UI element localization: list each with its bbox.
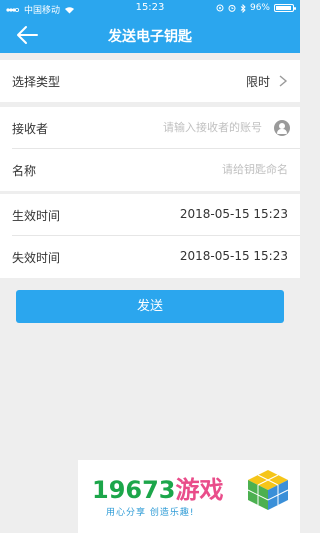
end-time-row[interactable]: 失效时间 2018-05-15 15:23	[0, 236, 300, 278]
status-right: 96%	[216, 3, 296, 13]
recipient-input[interactable]	[90, 115, 262, 139]
start-time-value: 2018-05-15 15:23	[179, 207, 288, 221]
start-time-row[interactable]: 生效时间 2018-05-15 15:23	[0, 194, 300, 236]
alarm-icon	[228, 4, 236, 12]
recipient-label: 接收者	[12, 122, 49, 136]
end-time-label: 失效时间	[12, 251, 61, 265]
status-bar: 中国移动 15:23 96%	[0, 0, 300, 16]
type-group: 选择类型 限时	[0, 60, 300, 102]
name-row: 名称	[0, 149, 300, 191]
contact-icon[interactable]	[274, 120, 290, 136]
bluetooth-icon	[240, 3, 246, 13]
name-label: 名称	[12, 164, 37, 178]
battery-icon	[274, 4, 296, 12]
time-group: 生效时间 2018-05-15 15:23 失效时间 2018-05-15 15…	[0, 194, 300, 278]
contact-icon-body	[277, 129, 287, 134]
location-icon	[216, 4, 224, 12]
send-button[interactable]: 发送	[16, 290, 284, 323]
page-title: 发送电子钥匙	[108, 29, 192, 45]
cube-logo-icon	[247, 470, 289, 510]
type-value: 限时	[245, 75, 270, 89]
recipient-group: 接收者 名称	[0, 107, 300, 191]
battery-percent: 96%	[249, 3, 270, 13]
end-time-value: 2018-05-15 15:23	[179, 249, 288, 263]
name-input[interactable]	[90, 157, 288, 181]
type-label: 选择类型	[12, 75, 61, 89]
watermark-brand-number: 19673	[92, 476, 176, 504]
chevron-right-icon	[279, 75, 288, 87]
battery-fill	[276, 6, 291, 10]
type-row[interactable]: 选择类型 限时	[0, 60, 300, 102]
start-time-label: 生效时间	[12, 209, 61, 223]
recipient-row: 接收者	[0, 107, 300, 149]
nav-bar: 发送电子钥匙	[0, 16, 300, 53]
watermark-brand-game: 游戏	[175, 476, 224, 504]
watermark-logo: 19673游戏 用心分享 创造乐趣!	[78, 460, 300, 533]
watermark-slogan: 用心分享 创造乐趣!	[106, 508, 195, 518]
watermark-brand: 19673游戏	[92, 470, 224, 505]
